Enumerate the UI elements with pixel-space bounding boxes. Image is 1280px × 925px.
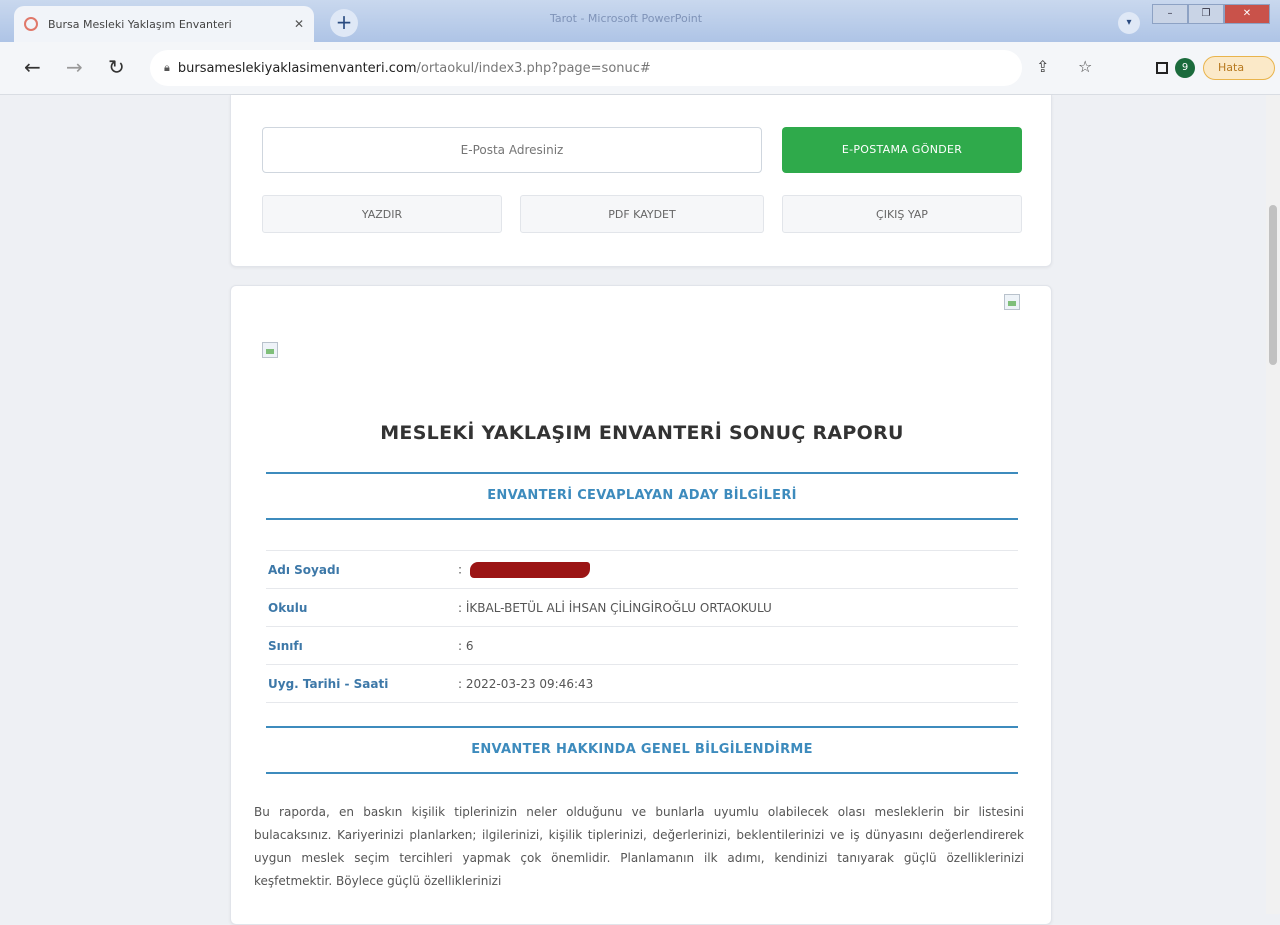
broken-image-icon [1004,294,1020,310]
report-card: MESLEKİ YAKLAŞIM ENVANTERİ SONUÇ RAPORU … [230,285,1052,925]
redacted-name-mark [469,561,590,578]
bookmark-star-icon[interactable]: ☆ [1078,58,1092,76]
share-icon[interactable]: ⇪ [1036,58,1049,76]
extensions-icon[interactable] [1156,62,1168,74]
general-info-heading: ENVANTER HAKKINDA GENEL BİLGİLENDİRME [266,726,1018,774]
tab-title: Bursa Mesleki Yaklaşım Envanteri [48,17,232,31]
url-host: bursamesleki­yaklasimenvanteri.com [177,60,417,76]
print-button[interactable]: YAZDIR [262,195,502,233]
window-controls: – ❐ ✕ [1152,4,1270,24]
maximize-button[interactable]: ❐ [1188,4,1224,24]
candidate-info-heading: ENVANTERİ CEVAPLAYAN ADAY BİLGİLERİ [266,472,1018,520]
row-value: : 2022-03-23 09:46:43 [458,676,594,691]
back-arrow-icon[interactable]: ← [24,56,41,78]
page-scrollbar[interactable] [1266,95,1280,914]
row-label: Adı Soyadı [268,562,340,577]
tab-search-icon[interactable]: ▾ [1118,12,1140,34]
row-label: Uyg. Tarihi - Saati [268,676,389,691]
browser-tab-bar: Bursa Mesleki Yaklaşım Envanteri ✕ + Tar… [0,0,1280,42]
report-title: MESLEKİ YAKLAŞIM ENVANTERİ SONUÇ RAPORU [380,422,904,444]
send-email-button[interactable]: E-POSTAMA GÖNDER [782,127,1022,173]
row-value: : [458,561,590,578]
save-pdf-button[interactable]: PDF KAYDET [520,195,764,233]
reload-icon[interactable]: ↻ [108,56,125,78]
scrollbar-thumb[interactable] [1269,205,1277,365]
new-tab-button[interactable]: + [330,9,358,37]
address-bar[interactable]: 🔒︎ bursamesleki­yaklasimenvanteri.com/or… [150,50,1022,86]
url-path: /ortaokul/index3.php?page=sonuc# [416,60,651,76]
email-input[interactable] [262,127,762,173]
minimize-button[interactable]: – [1152,4,1188,24]
table-row: Adı Soyadı : [266,550,1018,588]
lock-icon: 🔒︎ [164,61,170,74]
table-row: Okulu : İKBAL-BETÜL ALİ İHSAN ÇİLİNGİROĞ… [266,588,1018,626]
row-value: : 6 [458,638,474,653]
profile-avatar[interactable]: 9 [1175,58,1195,78]
tab-close-icon[interactable]: ✕ [294,17,304,31]
actions-card: E-POSTAMA GÖNDER YAZDIR PDF KAYDET ÇIKIŞ… [230,95,1052,267]
forward-arrow-icon[interactable]: → [66,56,83,78]
table-row: Uyg. Tarihi - Saati : 2022-03-23 09:46:4… [266,664,1018,703]
candidate-info-table: Adı Soyadı : Okulu : İKBAL-BETÜL ALİ İHS… [266,550,1018,703]
table-row: Sınıfı : 6 [266,626,1018,664]
logout-button[interactable]: ÇIKIŞ YAP [782,195,1022,233]
row-label: Okulu [268,600,308,615]
site-favicon-icon [24,17,38,31]
browser-update-button[interactable]: Hata [1203,56,1275,80]
browser-tab[interactable]: Bursa Mesleki Yaklaşım Envanteri ✕ [14,6,314,42]
window-close-button[interactable]: ✕ [1224,4,1270,24]
window-title: Tarot - Microsoft PowerPoint [550,12,703,25]
row-label: Sınıfı [268,638,303,653]
browser-toolbar: ← → ↻ 🔒︎ bursamesleki­yaklasimenvanteri.… [0,42,1280,95]
broken-image-icon [262,342,278,358]
row-value: : İKBAL-BETÜL ALİ İHSAN ÇİLİNGİROĞLU ORT… [458,600,772,615]
intro-paragraph: Bu raporda, en baskın kişilik tipleriniz… [254,805,1024,888]
